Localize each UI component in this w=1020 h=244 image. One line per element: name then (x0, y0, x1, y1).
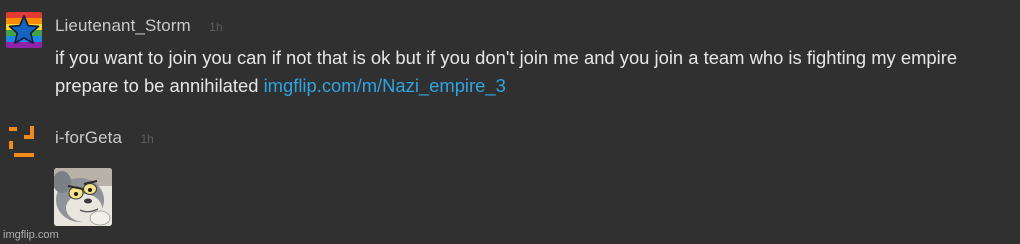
rainbow-star-icon[interactable] (6, 12, 42, 48)
comment-text: if you want to join you can if not that … (55, 44, 1015, 100)
timestamp: 1h (209, 20, 223, 34)
meme-link[interactable]: imgflip.com/m/Nazi_empire_3 (264, 75, 506, 96)
username-link[interactable]: Lieutenant_Storm (55, 16, 191, 35)
timestamp: 1h (140, 132, 154, 146)
imgflip-watermark: imgflip.com (3, 229, 59, 241)
comment-body: if you want to join you can if not that … (55, 47, 958, 96)
username-link[interactable]: i-forGeta (55, 128, 122, 147)
comment-header: i-forGeta 1h (55, 128, 154, 148)
orange-bracket-icon[interactable] (6, 124, 42, 160)
comment-thread: Lieutenant_Storm 1h if you want to join … (0, 0, 1020, 244)
comment-header: Lieutenant_Storm 1h (55, 16, 223, 36)
tom-cat-meme-thumbnail[interactable] (54, 168, 112, 226)
